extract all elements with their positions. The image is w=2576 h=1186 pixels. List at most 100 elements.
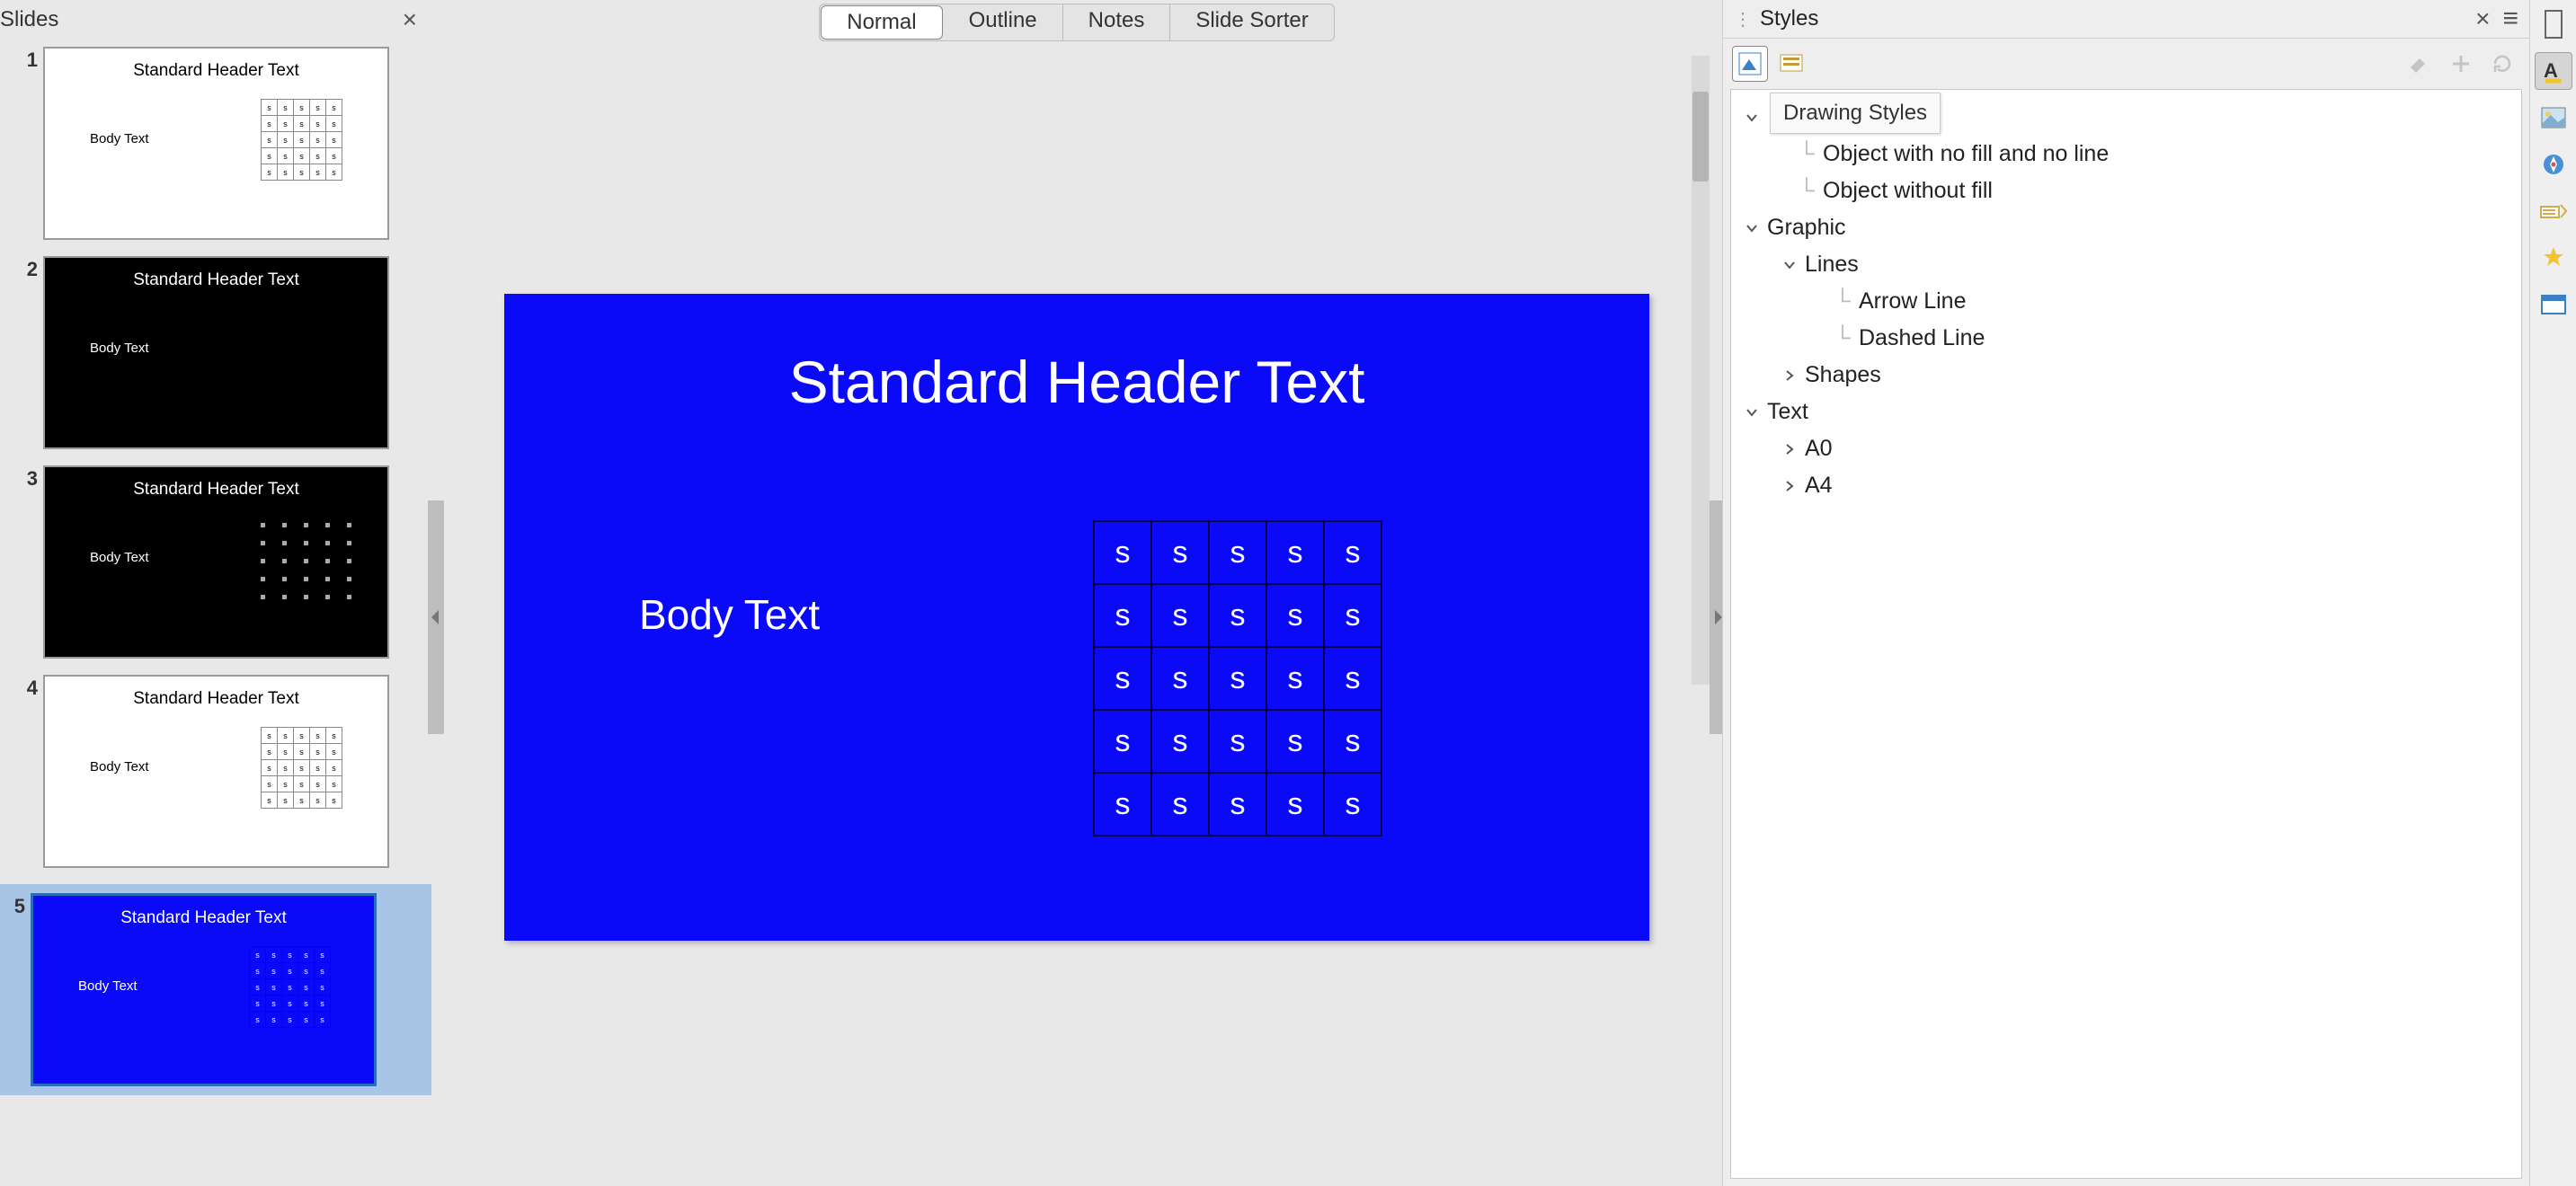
splitter-left[interactable] (428, 500, 444, 734)
table-cell[interactable]: s (1324, 647, 1381, 710)
slide-number: 5 (0, 893, 31, 1086)
sidebar-tab-styles[interactable]: A (2535, 52, 2572, 90)
grip-icon[interactable]: ⋮ (1730, 8, 1753, 31)
thumb-body: Body Text (90, 341, 149, 356)
table-cell[interactable]: s (1324, 710, 1381, 773)
tab-slide-sorter[interactable]: Slide Sorter (1170, 4, 1333, 40)
table-cell[interactable]: s (1151, 647, 1209, 710)
chevron-right-icon[interactable] (1778, 364, 1801, 387)
tree-item-a4[interactable]: A4 (1731, 467, 2521, 504)
tree-label: Graphic (1763, 215, 1846, 241)
slide-thumbnail-1[interactable]: 1 Standard Header Text Body Text sssss s… (13, 47, 419, 240)
tree-connector-icon: └ (1794, 178, 1819, 204)
thumbnail[interactable]: Standard Header Text Body Text sssss sss… (31, 893, 377, 1086)
thumb-header: Standard Header Text (45, 61, 387, 81)
chevron-down-icon[interactable] (1740, 106, 1763, 129)
table-cell[interactable]: s (1209, 521, 1266, 584)
sidebar-tab-slide-transition[interactable] (2535, 192, 2572, 230)
vertical-scrollbar[interactable] (1692, 56, 1710, 685)
styles-main: ⋮ Styles × ≡ Drawing Styles (1723, 0, 2529, 1186)
table-cell[interactable]: s (1324, 584, 1381, 647)
close-icon[interactable]: × (2466, 4, 2499, 33)
thumbnail[interactable]: Standard Header Text Body Text sssss sss… (43, 675, 389, 868)
tree-item-dashed-line[interactable]: └ Dashed Line (1731, 320, 2521, 357)
scrollbar-thumb[interactable] (1692, 92, 1709, 181)
table-cell[interactable]: s (1266, 710, 1324, 773)
chevron-right-icon[interactable] (1778, 474, 1801, 498)
thumbnail[interactable]: Standard Header Text Body Text (43, 465, 389, 659)
menu-icon[interactable]: ≡ (2499, 4, 2522, 34)
table-cell[interactable]: s (1094, 584, 1151, 647)
presentation-styles-icon[interactable] (1773, 46, 1809, 82)
tree-item-graphic[interactable]: Graphic (1731, 209, 2521, 246)
table-cell[interactable]: s (1266, 773, 1324, 836)
slide-thumbnail-3[interactable]: 3 Standard Header Text Body Text (13, 465, 419, 659)
tree-item-arrow-line[interactable]: └ Arrow Line (1731, 283, 2521, 320)
canvas-area[interactable]: Standard Header Text Body Text sssss sss… (431, 49, 1722, 1186)
table-cell[interactable]: s (1209, 584, 1266, 647)
styles-toolbar: Drawing Styles (1723, 39, 2529, 89)
table-cell[interactable]: s (1209, 647, 1266, 710)
table-cell[interactable]: s (1209, 710, 1266, 773)
slides-list[interactable]: 1 Standard Header Text Body Text sssss s… (0, 40, 431, 1186)
drawing-styles-icon[interactable] (1732, 46, 1768, 82)
slide-title-text[interactable]: Standard Header Text (504, 348, 1649, 416)
table-cell[interactable]: s (1094, 710, 1151, 773)
table-cell[interactable]: s (1209, 773, 1266, 836)
thumb-header: Standard Header Text (45, 689, 387, 709)
table-cell[interactable]: s (1324, 521, 1381, 584)
tab-normal[interactable]: Normal (821, 5, 942, 40)
tree-item-lines[interactable]: Lines (1731, 246, 2521, 283)
table-cell[interactable]: s (1266, 647, 1324, 710)
sidebar-tab-navigator[interactable] (2535, 146, 2572, 183)
styles-title: Styles (1753, 6, 1818, 31)
slide-body-text[interactable]: Body Text (639, 590, 820, 639)
tab-notes[interactable]: Notes (1063, 4, 1171, 40)
tree-item-text[interactable]: Text (1731, 394, 2521, 430)
sidebar-tab-properties[interactable] (2535, 5, 2572, 43)
tree-item-shapes[interactable]: Shapes (1731, 357, 2521, 394)
fill-format-mode-icon[interactable] (2402, 46, 2438, 82)
chevron-right-icon[interactable] (1778, 438, 1801, 461)
sidebar-tab-animation[interactable] (2535, 239, 2572, 277)
table-cell[interactable]: s (1151, 710, 1209, 773)
close-icon[interactable]: × (397, 5, 422, 34)
slides-panel: Slides × 1 Standard Header Text Body Tex… (0, 0, 431, 1186)
tree-label: Arrow Line (1855, 288, 1967, 314)
thumbnail[interactable]: Standard Header Text Body Text (43, 256, 389, 449)
chevron-down-icon[interactable] (1778, 253, 1801, 277)
thumb-header: Standard Header Text (45, 270, 387, 290)
slide-number: 1 (13, 47, 43, 240)
chevron-down-icon[interactable] (1740, 217, 1763, 240)
tab-outline[interactable]: Outline (944, 4, 1063, 40)
styles-tree[interactable]: Style └ Object with no fill and no line … (1730, 89, 2522, 1179)
tree-label: Lines (1801, 252, 1859, 278)
table-cell[interactable]: s (1324, 773, 1381, 836)
thumbnail[interactable]: Standard Header Text Body Text sssss sss… (43, 47, 389, 240)
tree-item-a0[interactable]: A0 (1731, 430, 2521, 467)
table-cell[interactable]: s (1151, 521, 1209, 584)
table-cell[interactable]: s (1266, 584, 1324, 647)
table-cell[interactable]: s (1094, 773, 1151, 836)
thumb-table: sssss sssss sssss sssss sssss (261, 727, 342, 809)
view-tabs-group: Normal Outline Notes Slide Sorter (819, 4, 1334, 41)
table-cell[interactable]: s (1266, 521, 1324, 584)
tree-item-object-without-fill[interactable]: └ Object without fill (1731, 173, 2521, 209)
tree-item-object-no-fill-no-line[interactable]: └ Object with no fill and no line (1731, 136, 2521, 173)
thumb-table (261, 523, 361, 607)
table-cell[interactable]: s (1151, 773, 1209, 836)
slide-thumbnail-4[interactable]: 4 Standard Header Text Body Text sssss s… (13, 675, 419, 868)
table-cell[interactable]: s (1094, 521, 1151, 584)
table-cell[interactable]: s (1151, 584, 1209, 647)
chevron-down-icon[interactable] (1740, 401, 1763, 424)
update-style-icon[interactable] (2484, 46, 2520, 82)
slide-thumbnail-2[interactable]: 2 Standard Header Text Body Text (13, 256, 419, 449)
slide-canvas[interactable]: Standard Header Text Body Text sssss sss… (504, 294, 1649, 941)
slide-thumbnail-5[interactable]: 5 Standard Header Text Body Text sssss s… (0, 884, 431, 1095)
sidebar-tab-gallery[interactable] (2535, 99, 2572, 137)
slide-table[interactable]: sssss sssss sssss sssss sssss (1093, 520, 1382, 836)
table-cell[interactable]: s (1094, 647, 1151, 710)
tree-label: Object with no fill and no line (1819, 141, 2109, 167)
new-style-icon[interactable] (2443, 46, 2479, 82)
sidebar-tab-master-slides[interactable] (2535, 286, 2572, 323)
